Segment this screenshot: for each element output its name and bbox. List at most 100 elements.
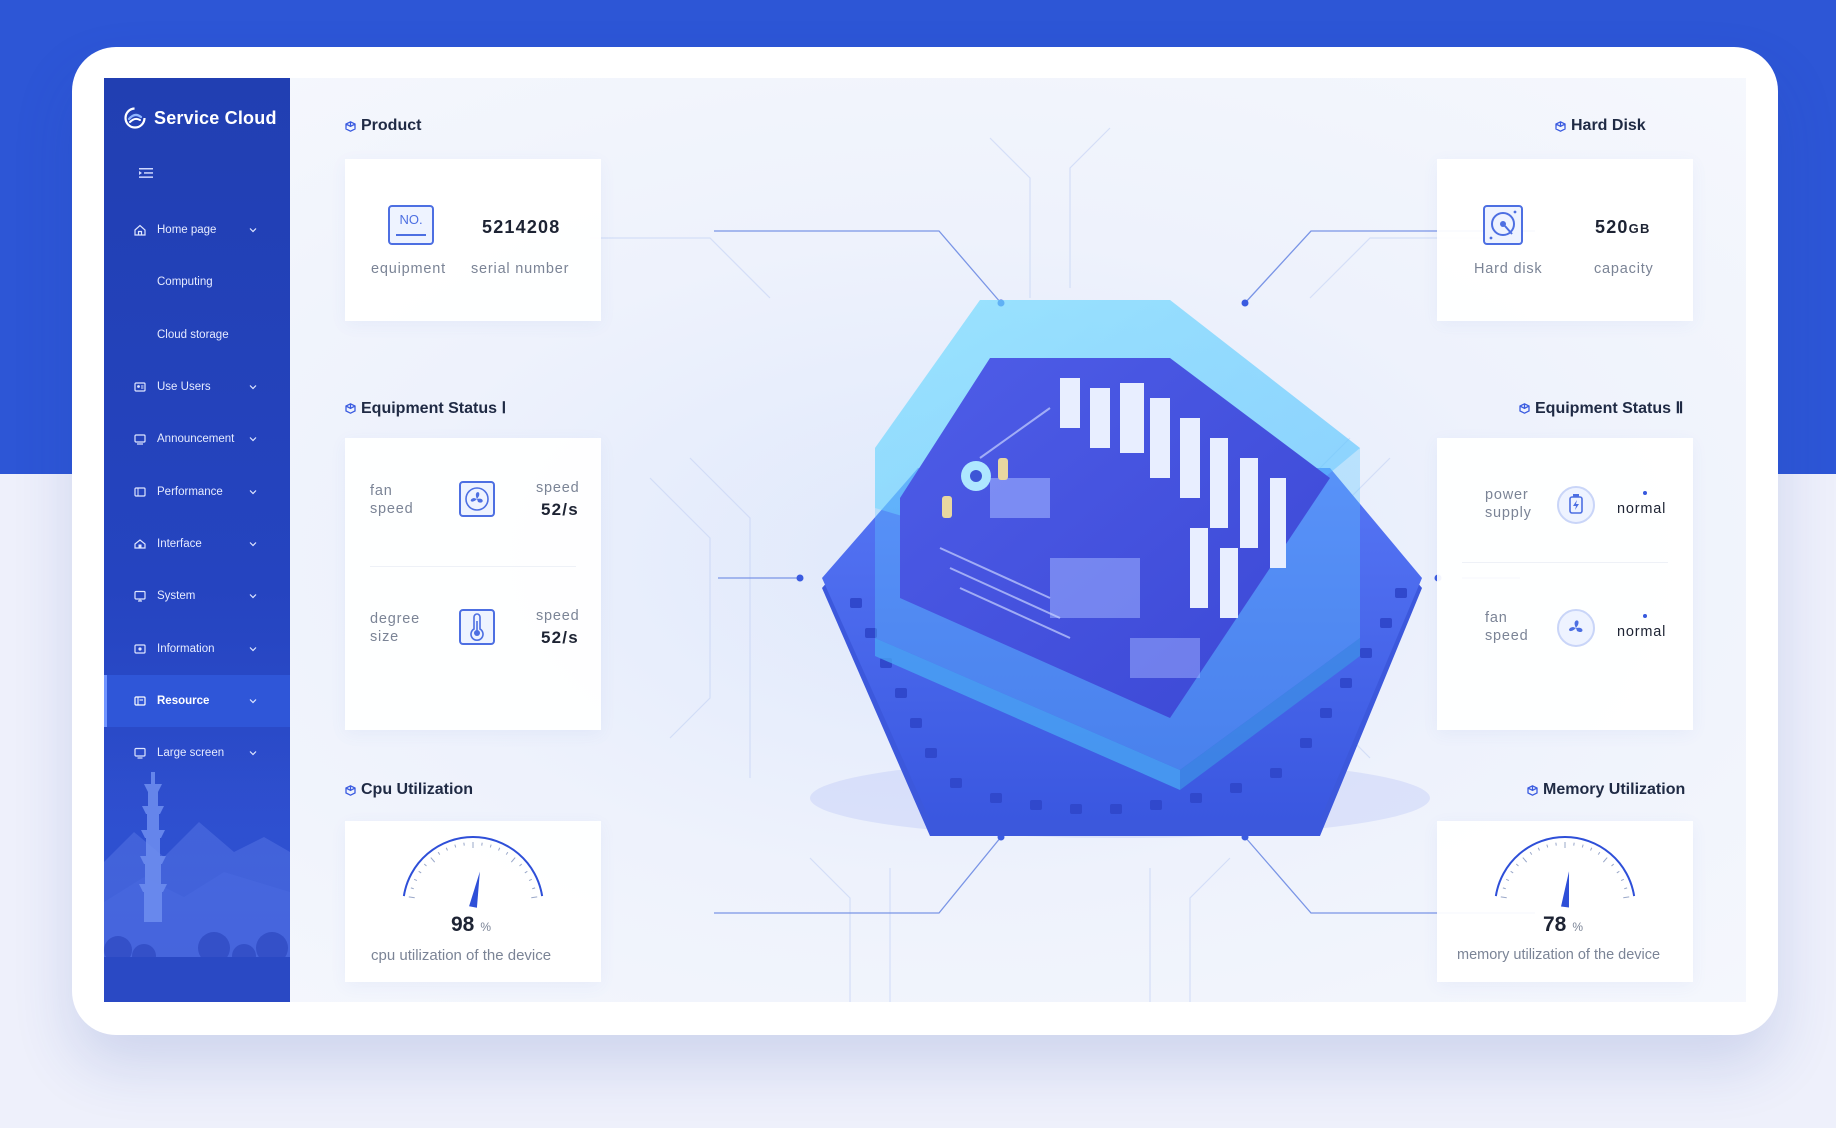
- serial-icon-text: NO.: [399, 212, 423, 227]
- sidebar-item-label: Computing: [157, 276, 213, 289]
- gauge-tick: [1515, 863, 1519, 867]
- serial-number-icon: NO.: [388, 205, 434, 245]
- sidebar-item-use-users[interactable]: Use Users: [104, 361, 290, 413]
- memory-caption: memory utilization of the device: [1457, 947, 1661, 963]
- capacity-label: capacity: [1594, 261, 1654, 277]
- chevron-down-icon: [249, 646, 257, 651]
- gauge-tick: [408, 896, 415, 899]
- announcement-icon: [134, 434, 146, 445]
- interface-icon: [134, 539, 146, 549]
- sidebar-item-home-page[interactable]: Home page: [104, 204, 290, 256]
- gauge-tick: [454, 844, 457, 848]
- gauge-tick: [1522, 857, 1528, 863]
- brand[interactable]: Service Cloud: [124, 105, 277, 131]
- cpu-utilization-card: 98% cpu utilization of the device: [345, 821, 601, 982]
- performance-icon: [134, 487, 146, 497]
- sidebar-item-label: Cloud storage: [157, 328, 229, 341]
- chevron-down-icon: [249, 437, 257, 442]
- serial-number-label: serial number: [471, 261, 570, 277]
- serial-number-value: 5214208: [482, 217, 561, 237]
- status2-row1-label: power supply: [1485, 487, 1532, 521]
- status2-row2-value: normal: [1617, 624, 1667, 640]
- gauge-needle: [469, 871, 480, 908]
- brand-name: Service Cloud: [154, 107, 277, 128]
- pagoda-landscape-illustration: [104, 752, 290, 1002]
- sidebar-item-label: Interface: [157, 537, 202, 550]
- status1-row1-label: fan speed: [370, 483, 414, 517]
- sidebar-item-resource[interactable]: Resource: [104, 674, 290, 728]
- gauge-tick: [1611, 863, 1615, 867]
- gauge-tick: [418, 870, 422, 874]
- gauge-tick: [410, 887, 414, 890]
- memory-value: 78%: [1543, 913, 1584, 936]
- gauge-tick: [1546, 844, 1549, 848]
- menu-collapse-icon[interactable]: [138, 166, 154, 180]
- gauge-tick: [1502, 887, 1506, 890]
- gauge-needle: [1561, 871, 1570, 908]
- fan-icon: [459, 481, 495, 517]
- hard-disk-title: Hard Disk: [1555, 117, 1646, 135]
- memory-utilization-card: 78% memory utilization of the device: [1437, 821, 1693, 982]
- dashboard-screen: Service Cloud Home page Computing Cloud st…: [104, 78, 1746, 1002]
- gauge-tick: [1529, 851, 1533, 855]
- sidebar-nav: Home page Computing Cloud storage Use Users…: [104, 204, 290, 779]
- cube-icon: [1555, 120, 1566, 132]
- system-icon: [134, 591, 146, 602]
- resource-icon: [134, 696, 146, 706]
- cpu-value: 98%: [451, 913, 492, 936]
- hard-disk-card: 520GB Hard disk capacity: [1437, 159, 1693, 321]
- chevron-down-icon: [249, 698, 257, 704]
- gauge-tick: [437, 851, 441, 855]
- gauge-tick: [413, 878, 418, 882]
- sidebar: Service Cloud Home page Computing Cloud st…: [104, 78, 290, 1002]
- sidebar-item-information[interactable]: Information: [104, 622, 290, 674]
- cloud-logo-icon: [124, 107, 146, 129]
- divider: [1462, 562, 1668, 563]
- gauge-tick: [489, 844, 492, 848]
- sidebar-item-performance[interactable]: Performance: [104, 465, 290, 517]
- cpu-utilization-title: Cpu Utilization: [345, 781, 473, 799]
- sidebar-item-announcement[interactable]: Announcement: [104, 413, 290, 465]
- gauge-tick: [528, 878, 533, 882]
- equipment-status-1-card: fan speed speed 52/s degree size speed 5…: [345, 438, 601, 730]
- thermometer-icon: [459, 609, 495, 645]
- cpu-caption: cpu utilization of the device: [371, 947, 552, 964]
- gauge-tick: [1505, 878, 1510, 882]
- sidebar-item-label: System: [157, 590, 196, 603]
- gauge-tick: [445, 847, 448, 851]
- sidebar-item-computing[interactable]: Computing: [104, 256, 290, 308]
- gauge-tick: [531, 896, 538, 899]
- gauge-tick: [1620, 878, 1625, 882]
- sidebar-item-label: Information: [157, 642, 215, 655]
- status1-row2-label: degree size: [370, 611, 420, 645]
- status2-row1-value: normal: [1617, 501, 1667, 517]
- equipment-label: equipment: [371, 261, 446, 277]
- status1-row1-metric: speed: [536, 480, 580, 496]
- sidebar-item-system[interactable]: System: [104, 570, 290, 622]
- gauge-tick: [423, 863, 427, 867]
- chevron-down-icon: [249, 489, 257, 494]
- sidebar-item-interface[interactable]: Interface: [104, 518, 290, 570]
- hard-disk-icon: [1483, 205, 1523, 245]
- chevron-down-icon: [249, 385, 257, 390]
- chevron-down-icon: [249, 594, 257, 599]
- gauge-tick: [1624, 887, 1628, 890]
- cube-icon: [1519, 402, 1530, 414]
- sidebar-item-label: Announcement: [157, 433, 235, 446]
- gauge-tick: [1623, 896, 1630, 899]
- capacity-value: 520GB: [1595, 217, 1651, 237]
- chevron-down-icon: [249, 541, 257, 547]
- gauge-tick: [1597, 851, 1601, 855]
- gauge-tick: [505, 851, 509, 855]
- chevron-down-icon: [249, 228, 257, 233]
- hard-disk-label: Hard disk: [1474, 261, 1543, 277]
- product-title: Product: [345, 117, 421, 135]
- status-dot: [1643, 614, 1647, 618]
- gauge-tick: [1510, 870, 1514, 874]
- memory-gauge: [1494, 836, 1636, 908]
- sidebar-item-label: Resource: [157, 694, 210, 707]
- status1-row2-value: 52/s: [541, 628, 579, 647]
- sidebar-item-cloud-storage[interactable]: Cloud storage: [104, 309, 290, 361]
- gauge-tick: [1581, 844, 1584, 848]
- cube-icon: [345, 120, 356, 132]
